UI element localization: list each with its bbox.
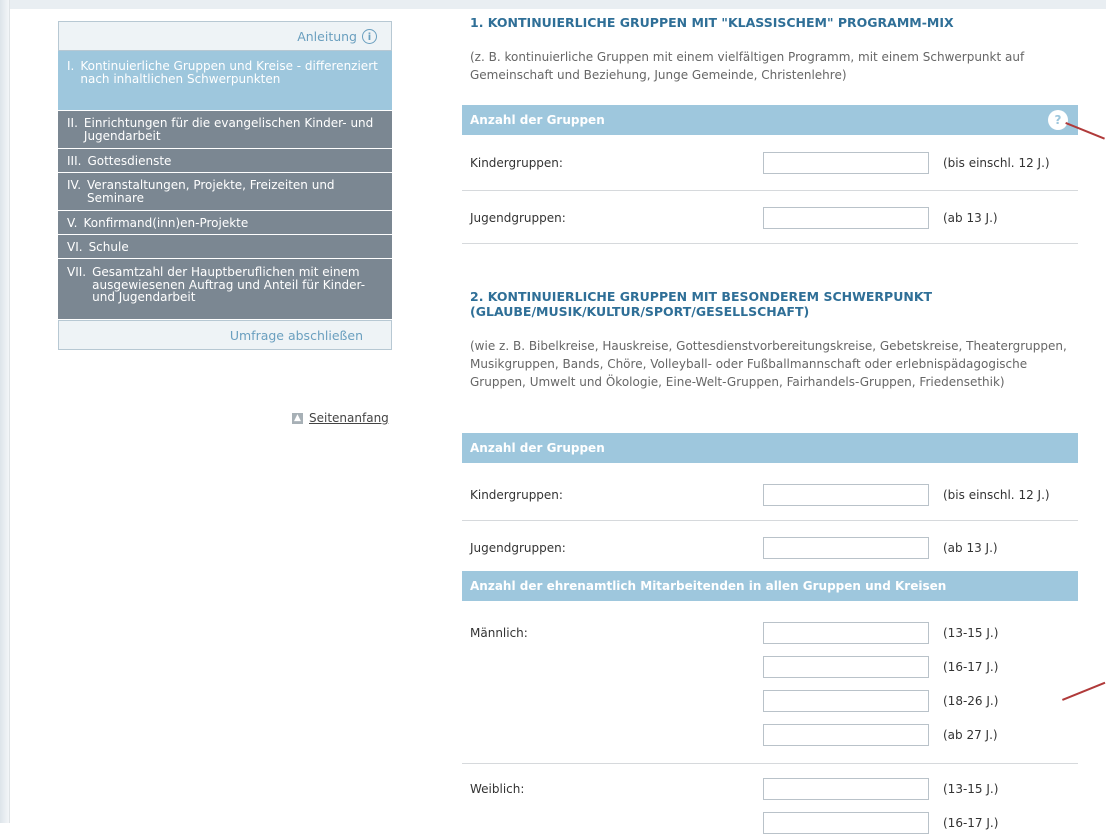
female-13-15-input[interactable] bbox=[763, 778, 929, 800]
sidebar-item-services[interactable]: III. Gottesdienste bbox=[58, 149, 392, 173]
male-16-17-input[interactable] bbox=[763, 656, 929, 678]
nav-label: Gottesdienste bbox=[87, 154, 172, 168]
male-label: Männlich: bbox=[470, 626, 528, 640]
age-note: (16-17 J.) bbox=[943, 816, 999, 830]
age-note: (ab 13 J.) bbox=[943, 211, 998, 225]
sidebar-item-facilities[interactable]: II. Einrichtungen für die evangelischen … bbox=[58, 111, 392, 149]
section2-title: 2. KONTINUIERLICHE GRUPPEN MIT BESONDERE… bbox=[470, 289, 933, 319]
finish-label: Umfrage abschließen bbox=[229, 327, 363, 343]
male-18-26-input[interactable] bbox=[763, 690, 929, 712]
age-note: (16-17 J.) bbox=[943, 660, 999, 674]
age-note: (ab 13 J.) bbox=[943, 541, 998, 555]
info-icon: i bbox=[362, 28, 377, 44]
age-note: (18-26 J.) bbox=[943, 694, 999, 708]
nav-number: I. bbox=[67, 59, 75, 73]
nav-number: VI. bbox=[67, 240, 83, 254]
kindergruppen-label: Kindergruppen: bbox=[470, 488, 563, 502]
female-16-17-input[interactable] bbox=[763, 812, 929, 834]
sidebar-item-confirmation[interactable]: V. Konfirmand(inn)en-Projekte bbox=[58, 211, 392, 235]
row-divider bbox=[462, 190, 1078, 191]
volunteers-header-label: Anzahl der ehrenamtlich Mitarbeitenden i… bbox=[470, 579, 947, 593]
male-13-15-input[interactable] bbox=[763, 622, 929, 644]
sidebar-item-groups[interactable]: I. Kontinuierliche Gruppen und Kreise - … bbox=[58, 51, 392, 111]
nav-number: VII. bbox=[67, 265, 87, 279]
female-label: Weiblich: bbox=[470, 782, 525, 796]
nav-label: Gesamtzahl der Hauptberuflichen mit eine… bbox=[92, 265, 366, 304]
back-to-top-link[interactable]: ▲ Seitenanfang bbox=[292, 411, 389, 425]
top-strip bbox=[0, 0, 1106, 9]
finish-survey-button[interactable]: Umfrage abschließen bbox=[58, 320, 392, 350]
section2-jugendgruppen-input[interactable] bbox=[763, 537, 929, 559]
section1-groups-header: Anzahl der Gruppen ? bbox=[462, 105, 1078, 135]
section1-description: (z. B. kontinuierliche Gruppen mit einem… bbox=[470, 50, 1025, 82]
nav-label: Kontinuierliche Gruppen und Kreise - dif… bbox=[80, 59, 378, 86]
age-note: (bis einschl. 12 J.) bbox=[943, 156, 1050, 170]
age-note: (13-15 J.) bbox=[943, 626, 999, 640]
section1-kindergruppen-input[interactable] bbox=[763, 152, 929, 174]
back-to-top-label: Seitenanfang bbox=[309, 411, 389, 425]
nav-number: V. bbox=[67, 216, 78, 230]
arrow-up-icon: ▲ bbox=[292, 412, 303, 424]
page-divider bbox=[9, 0, 10, 823]
kindergruppen-label: Kindergruppen: bbox=[470, 156, 563, 170]
nav-label: Schule bbox=[88, 240, 129, 254]
volunteers-header: Anzahl der ehrenamtlich Mitarbeitenden i… bbox=[462, 571, 1078, 601]
annotation-line bbox=[1062, 681, 1106, 701]
age-note: (13-15 J.) bbox=[943, 782, 999, 796]
sidebar: Anleitung i I. Kontinuierliche Gruppen u… bbox=[58, 21, 392, 350]
row-divider bbox=[462, 520, 1078, 521]
nav-label: Einrichtungen für die evangelischen Kind… bbox=[83, 116, 374, 143]
nav-number: IV. bbox=[67, 178, 82, 192]
nav-number: III. bbox=[67, 154, 82, 168]
male-27-plus-input[interactable] bbox=[763, 724, 929, 746]
section2-groups-header: Anzahl der Gruppen bbox=[462, 433, 1078, 463]
groups-header-label: Anzahl der Gruppen bbox=[470, 441, 605, 455]
section1-title: 1. KONTINUIERLICHE GRUPPEN MIT "KLASSISC… bbox=[470, 15, 954, 30]
nav-number: II. bbox=[67, 116, 78, 130]
row-divider bbox=[462, 243, 1078, 244]
row-divider bbox=[462, 763, 1078, 764]
jugendgruppen-label: Jugendgruppen: bbox=[470, 211, 566, 225]
age-note: (bis einschl. 12 J.) bbox=[943, 488, 1050, 502]
sidebar-item-staff[interactable]: VII. Gesamtzahl der Hauptberuflichen mit… bbox=[58, 259, 392, 319]
section2-kindergruppen-input[interactable] bbox=[763, 484, 929, 506]
nav-label: Veranstaltungen, Projekte, Freizeiten un… bbox=[87, 178, 335, 205]
section1-jugendgruppen-input[interactable] bbox=[763, 207, 929, 229]
sidebar-item-school[interactable]: VI. Schule bbox=[58, 235, 392, 259]
groups-header-label: Anzahl der Gruppen bbox=[470, 113, 605, 127]
guide-label: Anleitung bbox=[297, 28, 357, 44]
section2-description: (wie z. B. Bibelkreise, Hauskreise, Gott… bbox=[470, 339, 1067, 389]
jugendgruppen-label: Jugendgruppen: bbox=[470, 541, 566, 555]
sidebar-item-events[interactable]: IV. Veranstaltungen, Projekte, Freizeite… bbox=[58, 173, 392, 211]
help-icon[interactable]: ? bbox=[1048, 110, 1068, 130]
sidebar-nav: I. Kontinuierliche Gruppen und Kreise - … bbox=[58, 51, 392, 319]
guide-button[interactable]: Anleitung i bbox=[58, 21, 392, 51]
age-note: (ab 27 J.) bbox=[943, 728, 998, 742]
nav-label: Konfirmand(inn)en-Projekte bbox=[83, 216, 249, 230]
